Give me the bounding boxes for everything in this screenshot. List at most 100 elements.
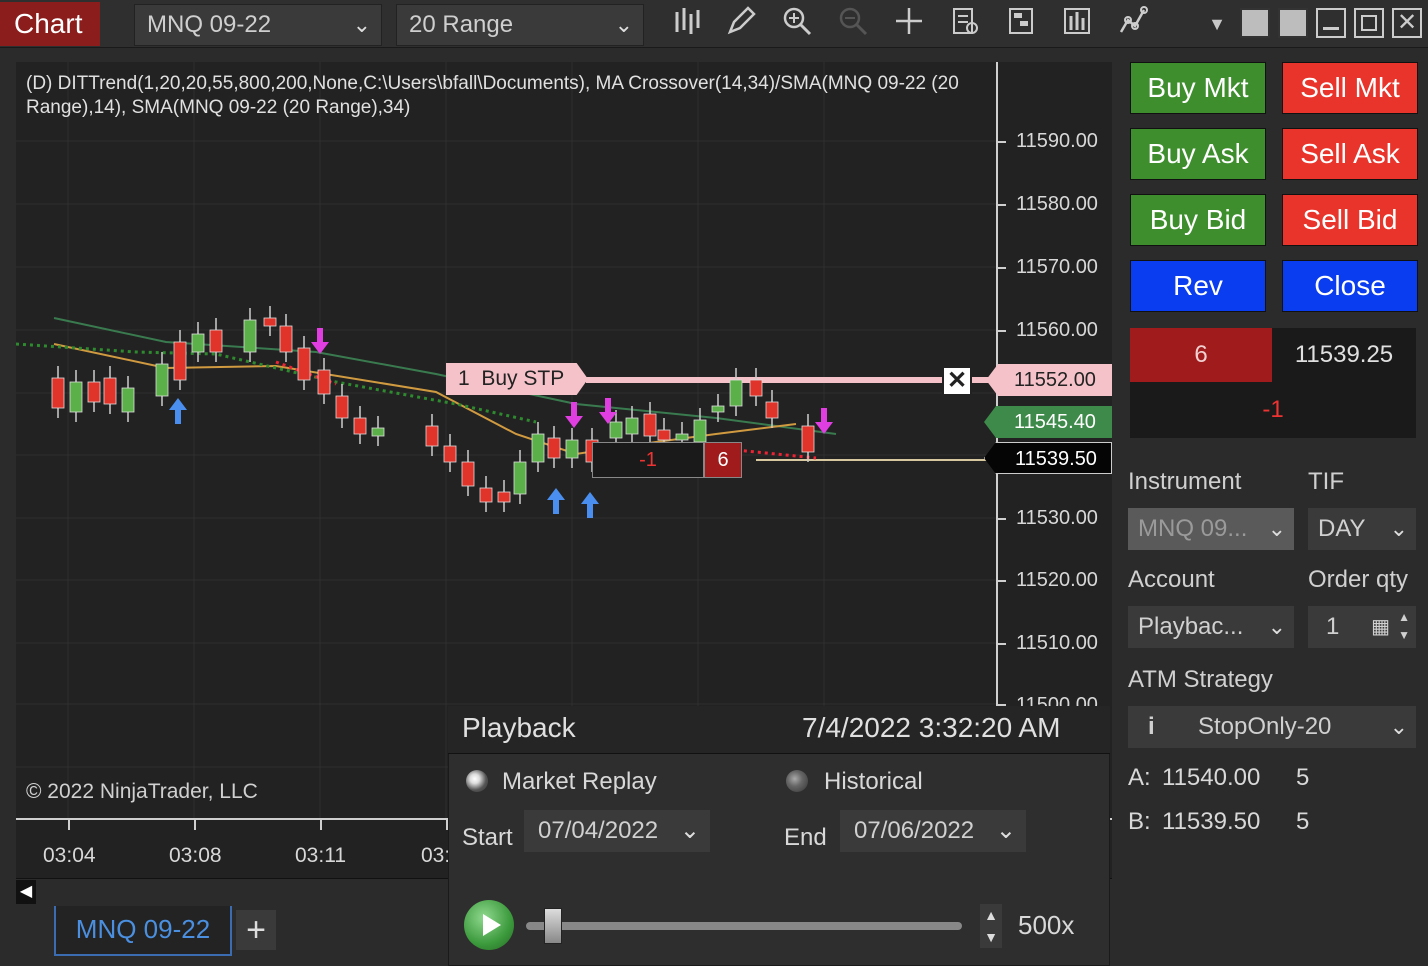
- instrument-dropdown-value: MNQ 09...: [1138, 515, 1248, 542]
- speed-spinner[interactable]: ▲ ▼: [980, 904, 1002, 948]
- bar-type-selector[interactable]: 20 Range ⌄: [396, 4, 644, 46]
- zoom-out-icon[interactable]: [834, 6, 872, 42]
- candle-body: [497, 491, 511, 503]
- calculator-icon[interactable]: ▦: [1371, 606, 1390, 648]
- candle-body: [121, 387, 135, 413]
- candle-body: [353, 417, 367, 435]
- instrument-selector[interactable]: MNQ 09-22 ⌄: [134, 4, 382, 46]
- crosshair-icon[interactable]: [890, 6, 928, 42]
- strategies-icon[interactable]: [1114, 6, 1152, 42]
- price-label: 11530.00: [1016, 507, 1098, 529]
- sell-signal-arrow: [815, 408, 833, 434]
- candle-body: [425, 425, 439, 447]
- instrument-dropdown[interactable]: MNQ 09... ⌄: [1128, 508, 1294, 550]
- tab-mnq[interactable]: MNQ 09-22: [54, 906, 232, 956]
- candle-body: [297, 347, 311, 381]
- ask-label: A:: [1128, 764, 1151, 791]
- sell-bid-button[interactable]: Sell Bid: [1282, 194, 1418, 246]
- time-label: 03:11: [295, 844, 346, 867]
- order-type: Buy STP: [481, 367, 565, 390]
- info-icon[interactable]: i: [1138, 713, 1155, 740]
- close-icon[interactable]: ✕: [1392, 8, 1422, 38]
- chevron-down-icon: ⌄: [995, 817, 1016, 844]
- sell-ask-button[interactable]: Sell Ask: [1282, 128, 1418, 180]
- buy-bid-button[interactable]: Buy Bid: [1130, 194, 1266, 246]
- candle-body: [371, 427, 385, 437]
- candle-body: [173, 341, 187, 381]
- candle-body: [609, 421, 623, 439]
- bars-icon[interactable]: [668, 6, 706, 42]
- ma-price-marker: 11545.40: [984, 406, 1112, 438]
- bid-label: B:: [1128, 808, 1151, 835]
- ask-price: 11540.00: [1162, 764, 1261, 791]
- data-box-icon[interactable]: [946, 6, 984, 42]
- bid-price: 11539.50: [1162, 808, 1261, 835]
- price-label: 11510.00: [1016, 632, 1098, 654]
- speed-slider-thumb[interactable]: [544, 908, 562, 944]
- play-button[interactable]: [464, 900, 514, 950]
- bid-size: 5: [1296, 808, 1310, 835]
- price-label: 11520.00: [1016, 569, 1098, 591]
- copyright-text: © 2022 NinjaTrader, LLC: [26, 780, 258, 803]
- account-dropdown[interactable]: Playbac... ⌄: [1128, 606, 1294, 648]
- buy-signal-arrow: [169, 398, 187, 424]
- tif-dropdown[interactable]: DAY ⌄: [1308, 508, 1416, 550]
- position-pnl-display: -1: [1130, 382, 1416, 438]
- time-label: 03:04: [43, 844, 96, 867]
- candle-body: [675, 433, 689, 441]
- order-price-marker[interactable]: 11552.00: [986, 364, 1112, 396]
- candlestick-chart: [16, 62, 996, 818]
- order-qty-input[interactable]: 1 ▦ ▲ ▼: [1308, 606, 1416, 648]
- historical-label: Historical: [824, 768, 923, 795]
- buy-ask-button[interactable]: Buy Ask: [1130, 128, 1266, 180]
- candle-body: [443, 445, 457, 463]
- qty-spinner-icon[interactable]: ▲ ▼: [1398, 608, 1410, 644]
- chevron-down-icon: ⌄: [1267, 614, 1286, 639]
- sell-mkt-button[interactable]: Sell Mkt: [1282, 62, 1418, 114]
- indicators-icon[interactable]: [1058, 6, 1096, 42]
- add-tab-button[interactable]: +: [236, 910, 276, 950]
- candle-body: [51, 377, 65, 409]
- end-label: End: [784, 824, 827, 851]
- buy-signal-arrow: [547, 488, 565, 514]
- pencil-icon[interactable]: [722, 6, 760, 42]
- candle-body: [243, 319, 257, 353]
- order-label[interactable]: 1 Buy STP: [446, 363, 588, 395]
- candle-body: [317, 369, 331, 395]
- market-replay-label: Market Replay: [502, 768, 657, 795]
- account-label: Account: [1128, 566, 1215, 593]
- market-replay-radio[interactable]: [466, 770, 488, 792]
- ask-size: 5: [1296, 764, 1310, 791]
- sell-signal-arrow: [599, 398, 617, 424]
- atm-strategy-dropdown[interactable]: i StopOnly-20 ⌄: [1128, 706, 1416, 748]
- candle-body: [547, 437, 561, 459]
- candle-body: [643, 413, 657, 437]
- candle-body: [263, 317, 277, 327]
- price-plot[interactable]: [16, 62, 996, 818]
- candle-body: [461, 461, 475, 487]
- scroll-left-icon[interactable]: ◀: [16, 880, 36, 904]
- historical-radio[interactable]: [786, 770, 808, 792]
- properties-icon[interactable]: [1002, 6, 1040, 42]
- end-date-picker[interactable]: 07/06/2022 ⌄: [840, 810, 1026, 852]
- reverse-button[interactable]: Rev: [1130, 260, 1266, 312]
- candle-body: [749, 379, 763, 397]
- window-tile-icon[interactable]: [1240, 8, 1270, 38]
- cancel-order-icon[interactable]: ✕: [942, 366, 972, 396]
- close-position-button[interactable]: Close: [1282, 260, 1418, 312]
- price-label: 11580.00: [1016, 193, 1098, 215]
- sell-signal-arrow: [565, 402, 583, 428]
- minimize-icon[interactable]: [1316, 8, 1346, 38]
- dropdown-icon[interactable]: ▼: [1198, 6, 1236, 42]
- start-date-picker[interactable]: 07/04/2022 ⌄: [524, 810, 710, 852]
- position-pnl: -1: [592, 442, 704, 478]
- candle-body: [69, 381, 83, 413]
- window-tile2-icon[interactable]: [1278, 8, 1308, 38]
- buy-mkt-button[interactable]: Buy Mkt: [1130, 62, 1266, 114]
- position-qty[interactable]: 6: [704, 442, 742, 478]
- maximize-icon[interactable]: [1354, 8, 1384, 38]
- tif-dropdown-value: DAY: [1318, 515, 1366, 542]
- zoom-in-icon[interactable]: [778, 6, 816, 42]
- price-axis[interactable]: 11590.00 11580.00 11570.00 11560.00 1153…: [996, 62, 1112, 818]
- speed-slider-track[interactable]: [526, 922, 962, 930]
